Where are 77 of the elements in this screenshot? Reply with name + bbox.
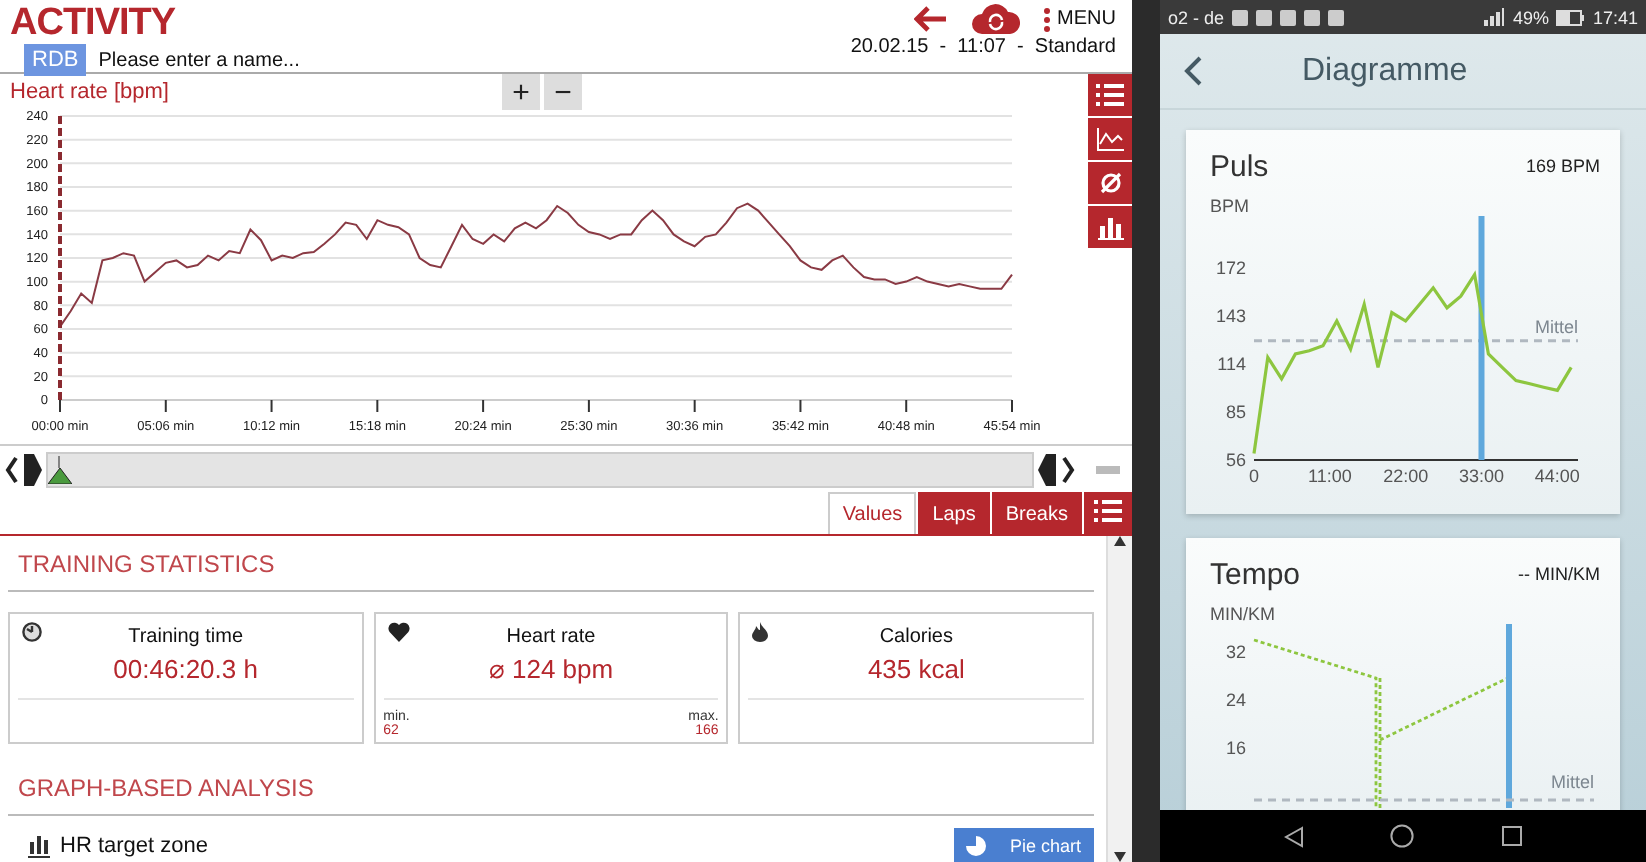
section-heading: GRAPH-BASED ANALYSIS bbox=[8, 760, 1094, 816]
card-reading: 169 BPM bbox=[1525, 156, 1600, 176]
axis-tick-label: 143 bbox=[1215, 306, 1246, 326]
date-time-profile: 20.02.15 - 11:07 - Standard bbox=[850, 36, 1116, 58]
unit-label: MIN/KM bbox=[1210, 604, 1277, 624]
average-label: Mittel bbox=[1534, 316, 1578, 337]
stat-label: Calories bbox=[879, 626, 953, 648]
pie-chart-button[interactable]: Pie chart bbox=[954, 828, 1094, 862]
list-icon bbox=[1094, 500, 1122, 522]
bar-chart-icon bbox=[1097, 215, 1123, 239]
battery-percent: 49% bbox=[1512, 7, 1549, 27]
axis-tick-label: 32 bbox=[1225, 642, 1246, 662]
screen-title: Diagramme bbox=[1302, 53, 1468, 89]
carrier-label: o2 - de bbox=[1168, 7, 1225, 27]
axis-tick-label: 11:00 bbox=[1307, 466, 1352, 486]
card-reading: -- MIN/KM bbox=[1518, 564, 1600, 584]
axis-tick-label: 56 bbox=[1225, 450, 1246, 470]
axis-tick-label: 44:00 bbox=[1534, 466, 1580, 486]
stat-value: 00:46:20.3 h bbox=[113, 654, 258, 684]
analysis-item: HR target zone bbox=[60, 834, 208, 858]
menu-button[interactable]: MENU bbox=[1043, 7, 1116, 31]
bar-chart-icon bbox=[28, 835, 50, 857]
card-title: Tempo bbox=[1210, 558, 1301, 592]
battery-icon bbox=[1556, 9, 1585, 25]
card-title: Puls bbox=[1210, 150, 1269, 184]
axis-tick-label: 22:00 bbox=[1383, 466, 1429, 486]
tab-menu-button[interactable] bbox=[1084, 492, 1132, 534]
tab[interactable]: Breaks bbox=[991, 492, 1082, 534]
chart-title: Heart rate [bpm] bbox=[10, 80, 169, 104]
section-heading: TRAINING STATISTICS bbox=[8, 536, 1094, 592]
signal-icon bbox=[1484, 8, 1505, 26]
zoom-in-button[interactable]: + bbox=[502, 74, 540, 110]
back-icon[interactable] bbox=[1184, 56, 1202, 86]
axis-tick-label: 24 bbox=[1225, 690, 1246, 710]
average-icon bbox=[1097, 170, 1123, 196]
back-nav-icon[interactable] bbox=[1283, 825, 1304, 847]
pie-chart-icon bbox=[966, 836, 986, 856]
average-label: Mittel bbox=[1550, 772, 1594, 792]
bar-chart-button[interactable] bbox=[1088, 206, 1132, 248]
list-view-button[interactable] bbox=[1088, 74, 1132, 116]
axis-tick-label: 33:00 bbox=[1458, 466, 1504, 486]
app-title: ACTIVITY bbox=[10, 4, 176, 42]
stat-value: ⌀ 124 bpm bbox=[488, 654, 614, 684]
recents-icon[interactable] bbox=[1502, 826, 1523, 846]
tab[interactable]: Values bbox=[828, 492, 917, 534]
zoom-out-button[interactable]: − bbox=[544, 74, 582, 110]
clock-icon bbox=[22, 622, 42, 642]
status-clock: 17:41 bbox=[1592, 7, 1638, 27]
heart-icon bbox=[387, 622, 410, 642]
axis-tick-label: 172 bbox=[1215, 258, 1246, 278]
user-badge: RDB bbox=[24, 44, 87, 76]
axis-tick-label: 114 bbox=[1217, 354, 1246, 374]
kebab-icon bbox=[1043, 7, 1050, 31]
stat-label: Training time bbox=[128, 626, 244, 648]
range-start-handle[interactable] bbox=[24, 453, 42, 485]
timeline-thumb[interactable] bbox=[48, 455, 72, 483]
cloud-sync-icon[interactable] bbox=[971, 4, 1020, 34]
list-icon bbox=[1096, 84, 1124, 106]
timeline-track[interactable] bbox=[46, 451, 1034, 487]
scroll-right-button[interactable] bbox=[1060, 455, 1076, 483]
stat-value: 435 kcal bbox=[867, 654, 965, 684]
scrollbar[interactable] bbox=[1106, 536, 1132, 862]
line-chart-icon bbox=[1096, 127, 1124, 151]
scroll-left-button[interactable] bbox=[4, 455, 20, 483]
flame-icon bbox=[752, 622, 769, 642]
back-arrow-icon[interactable] bbox=[913, 6, 948, 32]
home-icon[interactable] bbox=[1390, 824, 1415, 848]
stat-label: Heart rate bbox=[506, 626, 596, 648]
line-chart-button[interactable] bbox=[1088, 118, 1132, 160]
range-end-handle[interactable] bbox=[1038, 453, 1056, 485]
axis-tick-label: 16 bbox=[1225, 738, 1246, 758]
scroll-down-icon[interactable] bbox=[1114, 852, 1126, 862]
axis-tick-label: 85 bbox=[1225, 402, 1246, 422]
average-button[interactable] bbox=[1088, 162, 1132, 204]
unit-label: BPM bbox=[1210, 196, 1252, 216]
tab[interactable]: Laps bbox=[918, 492, 990, 534]
axis-tick-label: 0 bbox=[1249, 466, 1259, 486]
